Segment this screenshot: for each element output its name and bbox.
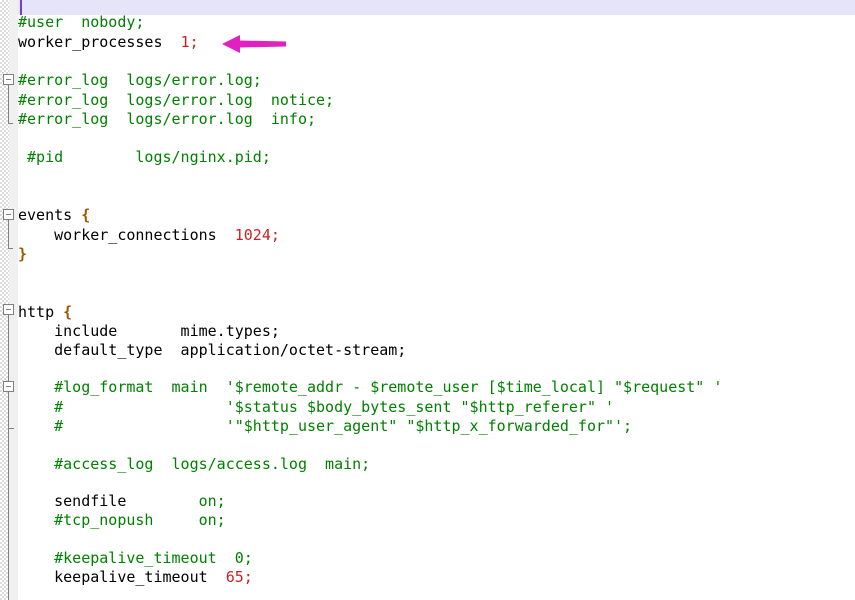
code-line[interactable]: #access_log logs/access.log main; bbox=[18, 455, 370, 474]
code-token-cmt: # '$status $body_bytes_sent "$http_refer… bbox=[18, 398, 615, 416]
code-token-kw: include mime.types; bbox=[18, 322, 280, 340]
code-token-cmt: on; bbox=[198, 492, 226, 510]
fold-block-tick-marker bbox=[8, 428, 14, 429]
gutter-fold-column[interactable] bbox=[9, 0, 18, 600]
code-line[interactable]: # '"$http_user_agent" "$http_x_forwarded… bbox=[18, 417, 632, 436]
code-text-area[interactable]: #user nobody; worker_processes 1; #error_l… bbox=[18, 0, 855, 600]
code-line[interactable]: events { bbox=[18, 206, 90, 225]
fold-block-end-marker bbox=[8, 123, 13, 124]
code-token-kw: http bbox=[18, 303, 64, 321]
code-token-cmt: #error_log logs/error.log; bbox=[18, 71, 262, 89]
code-line[interactable]: } bbox=[18, 245, 27, 264]
code-line[interactable]: #pid logs/nginx.pid; bbox=[18, 148, 271, 167]
code-line[interactable]: #user nobody; bbox=[18, 13, 144, 32]
code-token-cmt: # '"$http_user_agent" "$http_x_forwarded… bbox=[18, 417, 633, 435]
code-line[interactable]: #error_log logs/error.log notice; bbox=[18, 91, 334, 110]
code-token-kw: sendfile bbox=[18, 492, 199, 510]
code-line[interactable]: #keepalive_timeout 0; bbox=[18, 549, 253, 568]
code-token-cmt: #pid logs/nginx.pid; bbox=[18, 148, 271, 166]
code-line[interactable]: worker_connections 1024; bbox=[18, 226, 280, 245]
code-token-cmt: #error_log logs/error.log info; bbox=[18, 110, 317, 128]
code-token-kw: default_type application/octet-stream; bbox=[18, 341, 407, 359]
code-line[interactable]: #log_format main '$remote_addr - $remote… bbox=[18, 378, 722, 397]
code-token-kw: worker_connections bbox=[18, 226, 235, 244]
fold-guide-line bbox=[8, 85, 9, 123]
code-token-val: 65; bbox=[225, 568, 253, 586]
code-token-cmt: #tcp_nopush on; bbox=[18, 511, 226, 529]
code-line[interactable]: keepalive_timeout 65; bbox=[18, 568, 253, 587]
code-token-kw: worker_processes bbox=[18, 33, 181, 51]
code-token-val: 1; bbox=[180, 33, 199, 51]
code-token-kw: keepalive_timeout bbox=[18, 568, 226, 586]
code-line[interactable]: include mime.types; bbox=[18, 322, 280, 341]
code-line[interactable]: default_type application/octet-stream; bbox=[18, 341, 406, 360]
fold-guide-line bbox=[8, 315, 9, 600]
code-line[interactable]: worker_processes 1; bbox=[18, 33, 199, 52]
collapse-error-log-block[interactable] bbox=[3, 74, 14, 85]
code-line[interactable]: sendfile on; bbox=[18, 492, 226, 511]
code-token-cmt: #log_format main '$remote_addr - $remote… bbox=[18, 378, 723, 396]
code-token-brc: { bbox=[63, 303, 73, 321]
code-line[interactable]: #error_log logs/error.log info; bbox=[18, 110, 316, 129]
code-token-cmt: #access_log logs/access.log main; bbox=[18, 455, 371, 473]
collapse-log-format-block[interactable] bbox=[3, 381, 14, 392]
code-line[interactable]: #tcp_nopush on; bbox=[18, 511, 226, 530]
code-token-kw: events bbox=[18, 206, 82, 224]
code-token-val: 1024; bbox=[234, 226, 280, 244]
code-line[interactable]: #error_log logs/error.log; bbox=[18, 71, 262, 90]
collapse-http-block[interactable] bbox=[3, 304, 14, 315]
code-token-cmt: #error_log logs/error.log notice; bbox=[18, 91, 335, 109]
code-line[interactable]: http { bbox=[18, 303, 72, 322]
code-token-cmt: #user nobody; bbox=[18, 13, 145, 31]
code-line[interactable]: # '$status $body_bytes_sent "$http_refer… bbox=[18, 398, 614, 417]
fold-guide-line bbox=[8, 220, 9, 248]
collapse-events-block[interactable] bbox=[3, 209, 14, 220]
code-token-cmt: #keepalive_timeout 0; bbox=[18, 549, 253, 567]
code-editor[interactable]: #user nobody; worker_processes 1; #error_l… bbox=[0, 0, 855, 600]
fold-block-end-marker bbox=[8, 248, 13, 249]
code-token-brc: { bbox=[81, 206, 91, 224]
code-token-brc: } bbox=[18, 245, 28, 263]
